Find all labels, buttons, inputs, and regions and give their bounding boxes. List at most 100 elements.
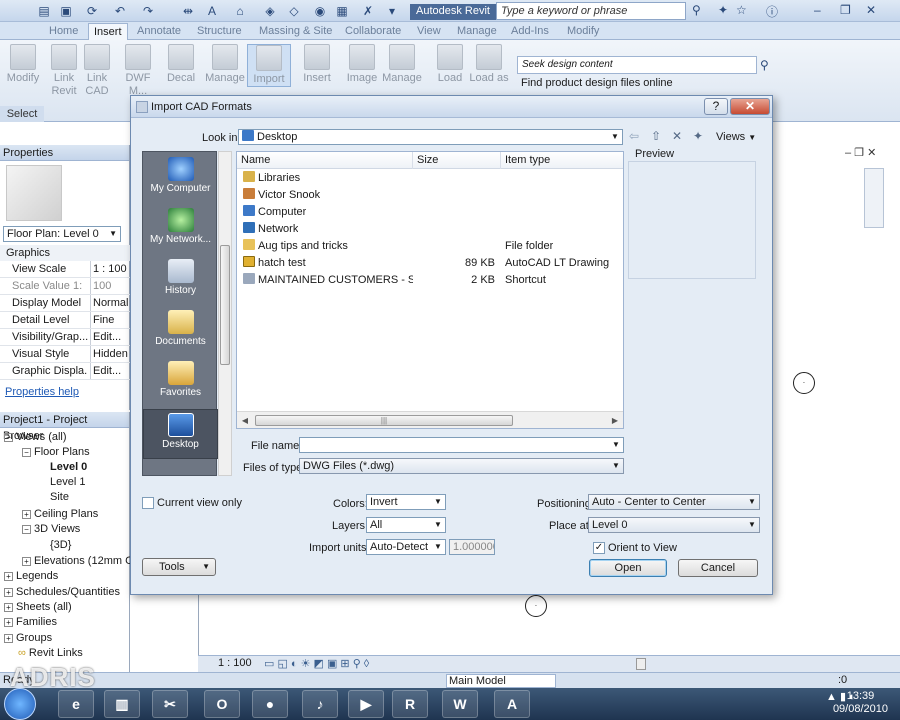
- ie-icon[interactable]: e: [58, 690, 94, 718]
- expand-icon[interactable]: +: [22, 556, 31, 566]
- system-clock[interactable]: 13:39 09/08/2010: [833, 690, 888, 716]
- scroll-right-icon[interactable]: ▶: [609, 415, 621, 426]
- elevation-marker-east[interactable]: ·: [793, 372, 815, 394]
- minimize-icon[interactable]: –: [814, 3, 821, 17]
- revit-architecture-icon[interactable]: R: [392, 690, 428, 718]
- view-window-controls[interactable]: – ❐ ✕: [845, 146, 899, 160]
- file-name-input[interactable]: ▼: [299, 437, 624, 453]
- tab-manage[interactable]: Manage: [452, 23, 502, 40]
- prop-row-detail-level[interactable]: Detail Level Fine: [0, 312, 130, 329]
- subscription-icon[interactable]: ✦: [718, 3, 728, 17]
- prop-value[interactable]: Hidden: [90, 346, 130, 362]
- load-family-button[interactable]: Load: [428, 44, 472, 85]
- modify-button[interactable]: Modify: [1, 44, 45, 85]
- expand-icon[interactable]: +: [4, 602, 13, 612]
- file-row[interactable]: Aug tips and tricks File folder: [237, 238, 623, 255]
- link-cad-button[interactable]: Link CAD: [75, 44, 119, 98]
- binoculars-icon[interactable]: ⚲: [692, 3, 701, 17]
- look-in-dropdown[interactable]: Desktop ▼: [238, 129, 623, 145]
- file-row[interactable]: Network: [237, 221, 623, 238]
- player-icon[interactable]: ▶: [348, 690, 384, 718]
- places-scroll-thumb[interactable]: [220, 245, 230, 365]
- open-button[interactable]: Open: [589, 559, 667, 577]
- up-folder-icon[interactable]: ⇧: [651, 129, 661, 143]
- place-at-dropdown[interactable]: Level 0 ▼: [588, 517, 760, 533]
- tools-button[interactable]: Tools ▼: [142, 558, 216, 576]
- expand-icon[interactable]: +: [22, 509, 31, 519]
- navigation-bar[interactable]: [864, 168, 884, 228]
- tab-insert[interactable]: Insert: [88, 23, 128, 40]
- help-search-input[interactable]: Type a keyword or phrase: [496, 2, 686, 20]
- column-size[interactable]: Size: [413, 152, 501, 169]
- prop-value[interactable]: 1 : 100: [90, 261, 130, 277]
- close-hidden-icon[interactable]: ✗: [360, 3, 376, 19]
- tree-ceiling-plans[interactable]: + Ceiling Plans: [22, 507, 98, 522]
- switch-windows-icon[interactable]: ▦: [334, 3, 350, 19]
- file-row[interactable]: Victor Snook: [237, 187, 623, 204]
- load-as-group-button[interactable]: Load as: [467, 44, 511, 85]
- collapse-icon[interactable]: −: [4, 432, 13, 442]
- tree-site[interactable]: Site: [50, 490, 69, 505]
- dialog-close-button[interactable]: ✕: [730, 98, 770, 115]
- collapse-icon[interactable]: −: [22, 524, 31, 534]
- elevation-marker-south[interactable]: ·: [525, 595, 547, 617]
- redo-icon[interactable]: ↷: [140, 3, 156, 19]
- file-row[interactable]: Libraries: [237, 170, 623, 187]
- orient-to-view-checkbox[interactable]: ✓: [593, 542, 605, 554]
- undo-icon[interactable]: ↶: [112, 3, 128, 19]
- select-panel-label[interactable]: Select: [0, 106, 44, 122]
- back-icon[interactable]: ⇦: [629, 129, 639, 143]
- thin-lines-icon[interactable]: ◉: [312, 3, 328, 19]
- expand-icon[interactable]: +: [4, 633, 13, 643]
- prop-row-visual-style[interactable]: Visual Style Hidden: [0, 346, 130, 363]
- tab-home[interactable]: Home: [44, 23, 83, 40]
- import-cad-button[interactable]: Import: [247, 44, 291, 87]
- tree-3d-views[interactable]: −3D Views: [22, 522, 80, 537]
- scroll-left-icon[interactable]: ◀: [239, 415, 251, 426]
- tree-level-1[interactable]: Level 1: [50, 475, 85, 490]
- import-units-dropdown[interactable]: Auto-Detect ▼: [366, 539, 446, 555]
- dialog-title-bar[interactable]: Import CAD Formats ? ✕: [131, 96, 772, 118]
- decal-button[interactable]: Decal: [159, 44, 203, 85]
- seek-link[interactable]: Find product design files online: [521, 77, 673, 89]
- word-icon[interactable]: W: [442, 690, 478, 718]
- save-icon[interactable]: ▣: [58, 3, 74, 19]
- prop-value[interactable]: Normal: [90, 295, 130, 311]
- prop-row-display-model[interactable]: Display Model Normal: [0, 295, 130, 312]
- itunes-icon[interactable]: ♪: [302, 690, 338, 718]
- file-row[interactable]: Computer: [237, 204, 623, 221]
- place-desktop[interactable]: Desktop: [143, 409, 218, 459]
- tree-3d[interactable]: {3D}: [50, 538, 71, 553]
- tag-icon[interactable]: ⌂: [232, 3, 248, 19]
- delete-icon[interactable]: ✕: [672, 129, 682, 143]
- media-icon[interactable]: ●: [252, 690, 288, 718]
- tree-sheets[interactable]: + Sheets (all): [4, 600, 72, 615]
- view-bar-icons[interactable]: ▭ ◱ ◐ ☀ ◩ ▣ ⊞ ⚲ ◊: [264, 657, 369, 670]
- tree-families[interactable]: + Families: [4, 615, 57, 630]
- collapse-icon[interactable]: −: [22, 447, 31, 457]
- active-workset[interactable]: Main Model: [446, 674, 556, 688]
- measure-icon[interactable]: ⇹: [180, 3, 196, 19]
- place-history[interactable]: History: [143, 256, 218, 306]
- autocad-lt-icon[interactable]: A: [494, 690, 530, 718]
- tree-revit-links[interactable]: ∞ Revit Links: [18, 646, 83, 661]
- tab-add-ins[interactable]: Add-Ins: [506, 23, 554, 40]
- place-favorites[interactable]: Favorites: [143, 358, 218, 408]
- dropdown-icon[interactable]: ▾: [384, 3, 400, 19]
- folder-app-icon[interactable]: ▥: [104, 690, 140, 718]
- prop-row-view-scale[interactable]: View Scale 1 : 100: [0, 261, 130, 278]
- vg-edit-button[interactable]: Edit...: [90, 329, 130, 345]
- file-list-hscroll-thumb[interactable]: |||: [255, 415, 513, 426]
- manage-links-button[interactable]: Manage: [203, 44, 247, 85]
- current-view-only-checkbox[interactable]: [142, 497, 154, 509]
- 3d-view-icon[interactable]: ◈: [262, 3, 278, 19]
- expand-icon[interactable]: +: [4, 571, 13, 581]
- tab-structure[interactable]: Structure: [192, 23, 247, 40]
- filter-count[interactable]: :0: [838, 674, 847, 686]
- text-icon[interactable]: A: [204, 3, 220, 19]
- hscroll-thumb[interactable]: [636, 658, 646, 670]
- type-selector[interactable]: Floor Plan: Level 0 ▼: [3, 226, 121, 242]
- file-row[interactable]: MAINTAINED CUSTOMERS - S... 2 KB Shortcu…: [237, 272, 623, 289]
- snipping-icon[interactable]: ✂: [152, 690, 188, 718]
- tab-modify[interactable]: Modify: [562, 23, 604, 40]
